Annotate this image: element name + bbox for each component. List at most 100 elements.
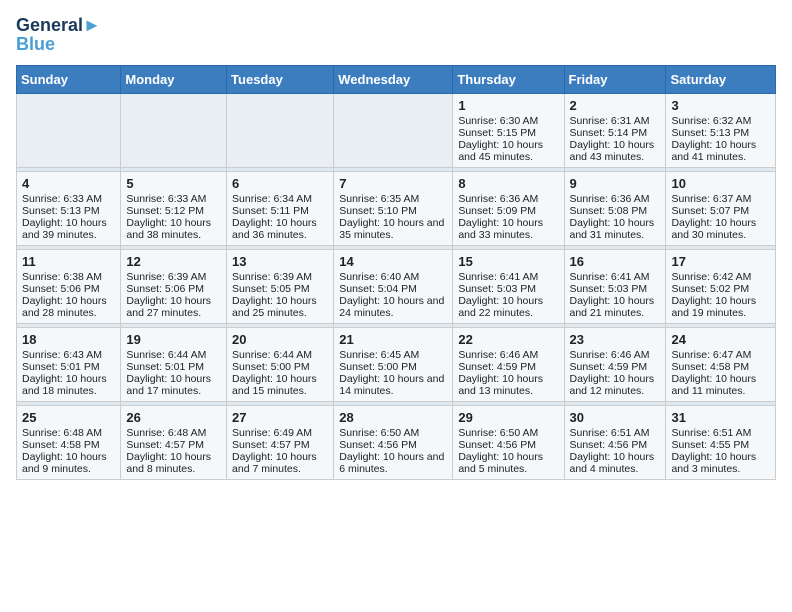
day-number: 6 <box>232 176 328 191</box>
sunset-text: Sunset: 5:08 PM <box>570 205 661 217</box>
day-cell: 15Sunrise: 6:41 AMSunset: 5:03 PMDayligh… <box>453 250 564 324</box>
day-number: 23 <box>570 332 661 347</box>
day-number: 22 <box>458 332 558 347</box>
col-header-tuesday: Tuesday <box>227 66 334 94</box>
daylight-text: Daylight: 10 hours and 30 minutes. <box>671 217 770 241</box>
daylight-text: Daylight: 10 hours and 28 minutes. <box>22 295 115 319</box>
day-cell <box>17 94 121 168</box>
day-number: 12 <box>126 254 221 269</box>
day-cell: 1Sunrise: 6:30 AMSunset: 5:15 PMDaylight… <box>453 94 564 168</box>
sunrise-text: Sunrise: 6:45 AM <box>339 349 447 361</box>
sunset-text: Sunset: 5:06 PM <box>126 283 221 295</box>
sunrise-text: Sunrise: 6:44 AM <box>126 349 221 361</box>
col-header-thursday: Thursday <box>453 66 564 94</box>
header: General► Blue <box>16 16 776 55</box>
sunrise-text: Sunrise: 6:39 AM <box>232 271 328 283</box>
day-cell: 18Sunrise: 6:43 AMSunset: 5:01 PMDayligh… <box>17 328 121 402</box>
sunrise-text: Sunrise: 6:35 AM <box>339 193 447 205</box>
sunset-text: Sunset: 5:12 PM <box>126 205 221 217</box>
daylight-text: Daylight: 10 hours and 24 minutes. <box>339 295 447 319</box>
day-number: 18 <box>22 332 115 347</box>
day-number: 28 <box>339 410 447 425</box>
day-number: 26 <box>126 410 221 425</box>
sunrise-text: Sunrise: 6:31 AM <box>570 115 661 127</box>
sunset-text: Sunset: 5:11 PM <box>232 205 328 217</box>
day-number: 27 <box>232 410 328 425</box>
sunrise-text: Sunrise: 6:33 AM <box>22 193 115 205</box>
day-cell: 16Sunrise: 6:41 AMSunset: 5:03 PMDayligh… <box>564 250 666 324</box>
sunset-text: Sunset: 5:15 PM <box>458 127 558 139</box>
sunset-text: Sunset: 5:07 PM <box>671 205 770 217</box>
day-number: 5 <box>126 176 221 191</box>
day-number: 4 <box>22 176 115 191</box>
sunrise-text: Sunrise: 6:50 AM <box>458 427 558 439</box>
day-number: 29 <box>458 410 558 425</box>
day-cell: 12 Sunrise: 6:39 AMSunset: 5:06 PMDayligh… <box>121 250 227 324</box>
daylight-text: Daylight: 10 hours and 9 minutes. <box>22 451 115 475</box>
header-row: SundayMondayTuesdayWednesdayThursdayFrid… <box>17 66 776 94</box>
week-row-3: 11Sunrise: 6:38 AMSunset: 5:06 PMDayligh… <box>17 250 776 324</box>
sunset-text: Sunset: 4:57 PM <box>232 439 328 451</box>
day-number: 25 <box>22 410 115 425</box>
day-cell: 4Sunrise: 6:33 AMSunset: 5:13 PMDaylight… <box>17 172 121 246</box>
day-cell: 10Sunrise: 6:37 AMSunset: 5:07 PMDayligh… <box>666 172 776 246</box>
day-cell <box>121 94 227 168</box>
daylight-text: Daylight: 10 hours and 3 minutes. <box>671 451 770 475</box>
logo-text: General► <box>16 16 101 34</box>
day-number: 9 <box>570 176 661 191</box>
daylight-text: Daylight: 10 hours and 4 minutes. <box>570 451 661 475</box>
sunset-text: Sunset: 4:59 PM <box>458 361 558 373</box>
day-cell: 11Sunrise: 6:38 AMSunset: 5:06 PMDayligh… <box>17 250 121 324</box>
week-row-1: 1 Sunrise: 6:30 AMSunset: 5:15 PM Daylight… <box>17 94 776 168</box>
sunrise-text: Sunrise: 6:44 AM <box>232 349 328 361</box>
sunrise-text: Sunrise: 6:42 AM <box>671 271 770 283</box>
sunrise-text: Sunrise: 6:40 AM <box>339 271 447 283</box>
logo: General► Blue <box>16 16 101 55</box>
sunrise-text: Sunrise: 6:41 AM <box>458 271 558 283</box>
day-cell: 7Sunrise: 6:35 AMSunset: 5:10 PMDaylight… <box>334 172 453 246</box>
day-number: 24 <box>671 332 770 347</box>
daylight-text: Daylight: 10 hours and 25 minutes. <box>232 295 328 319</box>
sunset-text: Sunset: 4:57 PM <box>126 439 221 451</box>
sunset-text: Sunset: 5:02 PM <box>671 283 770 295</box>
daylight-text: Daylight: 10 hours and 12 minutes. <box>570 373 661 397</box>
sunset-text: Sunset: 4:56 PM <box>570 439 661 451</box>
daylight-text: Daylight: 10 hours and 17 minutes. <box>126 373 221 397</box>
sunrise-text: Sunrise: 6:49 AM <box>232 427 328 439</box>
day-cell: 17Sunrise: 6:42 AMSunset: 5:02 PMDayligh… <box>666 250 776 324</box>
sunrise-text: Sunrise: 6:46 AM <box>570 349 661 361</box>
sunrise-text: Sunrise: 6:33 AM <box>126 193 221 205</box>
day-cell: 23 Sunrise: 6:46 AMSunset: 4:59 PMDayligh… <box>564 328 666 402</box>
daylight-text: Daylight: 10 hours and 31 minutes. <box>570 217 661 241</box>
sunrise-text: Sunrise: 6:30 AM <box>458 115 558 127</box>
sunset-text: Sunset: 5:10 PM <box>339 205 447 217</box>
sunrise-text: Sunrise: 6:50 AM <box>339 427 447 439</box>
sunset-text: Sunset: 4:56 PM <box>458 439 558 451</box>
sunrise-text: Sunrise: 6:39 AM <box>126 271 221 283</box>
daylight-text: Daylight: 10 hours and 19 minutes. <box>671 295 770 319</box>
sunset-text: Sunset: 5:14 PM <box>570 127 661 139</box>
day-cell: 22 Sunrise: 6:46 AMSunset: 4:59 PMDayligh… <box>453 328 564 402</box>
sunset-text: Sunset: 5:00 PM <box>339 361 447 373</box>
day-number: 1 <box>458 98 558 113</box>
sunset-text: Sunset: 5:04 PM <box>339 283 447 295</box>
daylight-text: Daylight: 10 hours and 14 minutes. <box>339 373 447 397</box>
sunrise-text: Sunrise: 6:47 AM <box>671 349 770 361</box>
daylight-text: Daylight: 10 hours and 7 minutes. <box>232 451 328 475</box>
daylight-text: Daylight: 10 hours and 13 minutes. <box>458 373 558 397</box>
logo-blue: Blue <box>16 34 55 54</box>
day-number: 2 <box>570 98 661 113</box>
daylight-text: Daylight: 10 hours and 27 minutes. <box>126 295 221 319</box>
sunset-text: Sunset: 5:06 PM <box>22 283 115 295</box>
day-cell: 24Sunrise: 6:47 AMSunset: 4:58 PMDayligh… <box>666 328 776 402</box>
sunrise-text: Sunrise: 6:46 AM <box>458 349 558 361</box>
daylight-text: Daylight: 10 hours and 43 minutes. <box>570 139 661 163</box>
day-cell: 14Sunrise: 6:40 AMSunset: 5:04 PMDayligh… <box>334 250 453 324</box>
day-cell: 30Sunrise: 6:51 AMSunset: 4:56 PMDayligh… <box>564 406 666 480</box>
day-cell: 29Sunrise: 6:50 AMSunset: 4:56 PMDayligh… <box>453 406 564 480</box>
sunrise-text: Sunrise: 6:48 AM <box>22 427 115 439</box>
sunset-text: Sunset: 4:59 PM <box>570 361 661 373</box>
day-cell <box>227 94 334 168</box>
sunset-text: Sunset: 4:58 PM <box>22 439 115 451</box>
day-cell: 3Sunrise: 6:32 AMSunset: 5:13 PMDaylight… <box>666 94 776 168</box>
